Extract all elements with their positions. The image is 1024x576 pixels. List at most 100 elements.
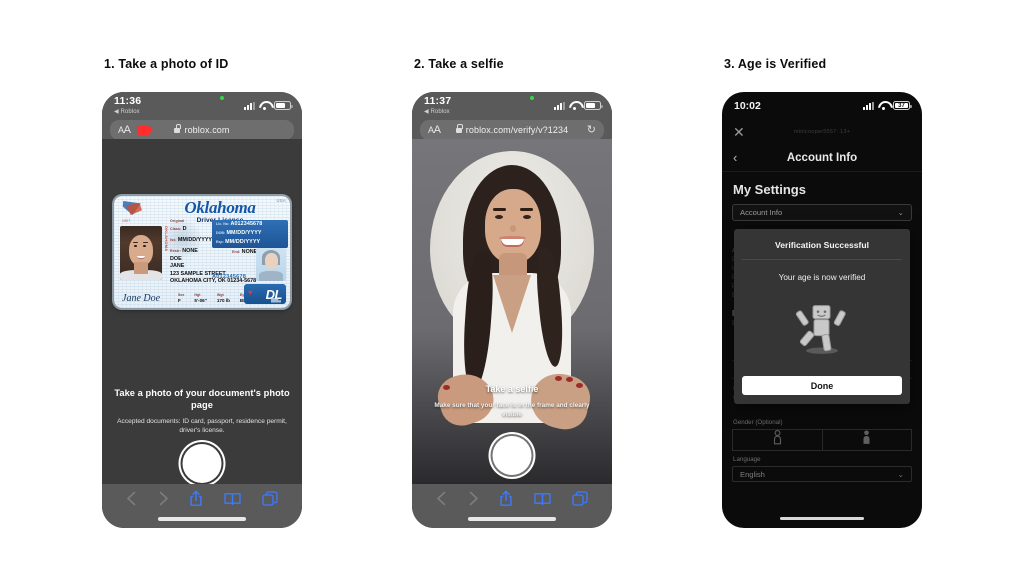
wifi-icon	[259, 101, 270, 110]
shutter-button[interactable]	[182, 444, 222, 483]
status-bar-2: 11:37 ◀ Roblox	[412, 92, 612, 119]
value-exp: MM/DD/YYYY	[225, 239, 261, 245]
label-original: Original	[170, 219, 185, 223]
lock-icon	[455, 124, 463, 133]
bookmarks-icon[interactable]	[224, 492, 241, 511]
chevron-down-icon: ⌄	[897, 469, 904, 479]
shutter-button[interactable]	[492, 436, 532, 475]
address-bar-2[interactable]: AA roblox.com/verify/v?1234 ↻	[420, 120, 604, 140]
id-card-preview: 1907 USA Oklahoma Driver License	[111, 196, 293, 308]
scroll-indicator[interactable]	[780, 516, 864, 520]
text-size-aa-button[interactable]: AA	[428, 124, 441, 136]
language-label: Language	[733, 456, 761, 463]
capture-instruction-subtitle: Accepted documents: ID card, passport, r…	[117, 418, 287, 435]
state-seal-icon: 1907	[119, 200, 145, 223]
wifi-icon	[878, 101, 889, 110]
male-icon	[862, 430, 871, 450]
section-select[interactable]: Account Info ⌄	[732, 204, 912, 221]
back-to-app-label[interactable]: ◀ Roblox	[424, 109, 451, 115]
back-icon[interactable]	[126, 491, 137, 511]
language-value: English	[740, 469, 765, 479]
reload-icon[interactable]: ↻	[587, 124, 596, 136]
back-to-app-label[interactable]: ◀ Roblox	[114, 109, 141, 115]
phone-1-take-photo-of-id: 11:36 ◀ Roblox AA roblox.com 1907 USA Ok…	[102, 92, 302, 528]
home-indicator	[468, 517, 556, 521]
label-end: End:	[232, 250, 241, 254]
label-exp: Exp:	[216, 240, 224, 244]
label-dob: DOB:	[216, 231, 226, 235]
safari-top-chrome-1: 11:36 ◀ Roblox AA roblox.com	[102, 92, 302, 140]
battery-percent: 37	[898, 102, 905, 109]
value-wgt: 170 lb	[216, 298, 230, 303]
oklahoma-driver-license-card: 1907 USA Oklahoma Driver License	[114, 196, 290, 308]
battery-icon	[584, 101, 603, 110]
nav-bar: ‹ Account Info	[722, 144, 922, 172]
forward-icon[interactable]	[468, 491, 479, 511]
done-button[interactable]: Done	[742, 376, 902, 395]
address-bar-1[interactable]: AA roblox.com	[110, 120, 294, 140]
usa-mark: USA	[276, 198, 286, 203]
screen-recording-icon	[136, 125, 153, 135]
nav-title: Account Info	[786, 151, 858, 164]
cellular-signal-icon	[554, 101, 565, 110]
seal-year: 1907	[122, 219, 131, 223]
cellular-signal-icon	[863, 101, 874, 110]
app-top-bar: ✕ minicooper5557: 13+	[722, 119, 922, 144]
dialog-title: Verification Successful	[774, 240, 870, 250]
forward-icon[interactable]	[158, 491, 169, 511]
state-name: Oklahoma	[184, 198, 256, 217]
value-hgt: 5'-06"	[194, 298, 207, 303]
label-class: Class:	[170, 227, 182, 231]
gender-label: Gender (Optional)	[733, 419, 783, 426]
phone-2-screen: 11:37 ◀ Roblox AA roblox.com/verify/v?12…	[412, 92, 612, 528]
language-select[interactable]: English ⌄	[732, 466, 912, 482]
url-text: roblox.com/verify/v?1234	[465, 125, 569, 135]
tabs-icon[interactable]	[262, 491, 278, 511]
gender-option-male[interactable]	[822, 429, 912, 451]
username-label: minicooper5557: 13+	[793, 128, 851, 135]
dl-class-badge: ♥ DL	[244, 284, 286, 304]
verification-successful-dialog: Verification Successful Your age is now …	[734, 229, 910, 404]
bookmarks-icon[interactable]	[534, 492, 551, 511]
vertical-state-text: OKLAHOMA	[164, 226, 168, 252]
female-icon	[773, 430, 782, 450]
share-icon[interactable]	[189, 490, 203, 512]
back-icon[interactable]	[436, 491, 447, 511]
recording-indicator-dot	[220, 96, 224, 100]
status-left-2: 11:37 ◀ Roblox	[424, 96, 451, 115]
value-sex: F	[178, 298, 181, 303]
label-iss: Iss:	[170, 238, 177, 242]
gender-selector	[732, 429, 912, 451]
safari-toolbar-1	[102, 484, 302, 528]
status-right-3: 37	[863, 101, 912, 110]
value-last-name: DOE	[170, 256, 182, 262]
value-class: D	[182, 226, 187, 232]
selfie-camera-preview	[412, 139, 612, 484]
status-time: 11:37	[424, 95, 452, 108]
gender-option-female[interactable]	[732, 429, 823, 451]
text-size-aa-button[interactable]: AA	[118, 124, 131, 136]
battery-icon: 37	[893, 101, 912, 110]
step-3-caption: 3. Age is Verified	[724, 57, 827, 71]
step-2-caption: 2. Take a selfie	[414, 57, 504, 71]
selfie-instruction-title: Take a selfie	[485, 384, 539, 394]
label-restr: Restr:	[170, 249, 181, 253]
phone-2-content: Take a selfie Make sure that your face i…	[412, 139, 612, 484]
share-icon[interactable]	[499, 490, 513, 512]
tabs-icon[interactable]	[572, 491, 588, 511]
phone-3-age-verified: 10:02 37 ✕ minicooper5557: 13+ ‹ Account…	[722, 92, 922, 528]
battery-icon	[274, 101, 293, 110]
safari-toolbar-2	[412, 484, 612, 528]
phone-3-screen: 10:02 37 ✕ minicooper5557: 13+ ‹ Account…	[722, 92, 922, 528]
status-left-1: 11:36 ◀ Roblox	[114, 96, 141, 115]
roblox-character-icon	[734, 282, 910, 376]
label-sex: Sex	[178, 293, 185, 297]
value-dob: MM/DD/YYYY	[226, 230, 262, 236]
value-lic-no: A012345678	[230, 221, 263, 227]
license-portrait-photo	[120, 226, 162, 280]
heart-icon: ♥	[248, 288, 253, 297]
capture-instruction-title: Take a photo of your document's photo pa…	[114, 388, 290, 411]
screenshot-canvas: 1. Take a photo of ID 2. Take a selfie 3…	[0, 0, 1024, 576]
signature-text: Jane Doe	[122, 293, 161, 304]
page-title: My Settings	[733, 182, 806, 197]
